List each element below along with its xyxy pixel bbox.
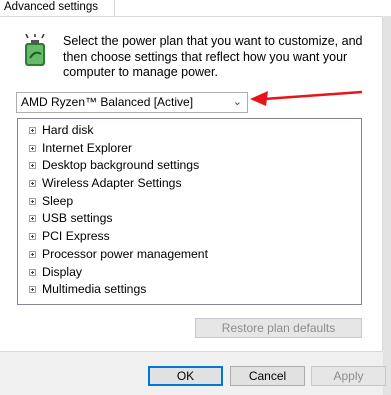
expand-icon[interactable] — [29, 215, 36, 223]
power-plan-value: AMD Ryzen™ Balanced [Active] — [21, 95, 194, 109]
tree-item-label: Processor power management — [42, 246, 208, 261]
tree-item-label: Internet Explorer — [42, 140, 133, 155]
tree-item-processor-power[interactable]: Processor power management — [18, 246, 361, 264]
expand-icon[interactable] — [29, 180, 36, 188]
restore-plan-defaults-button[interactable]: Restore plan defaults — [195, 318, 362, 338]
tree-item-hard-disk[interactable]: Hard disk — [18, 122, 361, 140]
tree-item-label: Hard disk — [42, 123, 94, 137]
apply-button[interactable]: Apply — [311, 366, 386, 386]
power-plan-icon — [25, 34, 45, 66]
tree-item-label: Wireless Adapter Settings — [42, 176, 182, 191]
expand-icon[interactable] — [29, 250, 36, 258]
tree-item-label: Display — [42, 264, 82, 279]
expand-icon[interactable] — [29, 268, 36, 276]
tree-item-label: USB settings — [42, 211, 113, 226]
tree-item-sleep[interactable]: Sleep — [18, 193, 361, 211]
power-plan-dropdown[interactable]: AMD Ryzen™ Balanced [Active] ⌄ — [16, 92, 248, 113]
power-settings-tree[interactable]: Hard disk Internet Explorer Desktop back… — [17, 118, 362, 305]
tree-item-usb-settings[interactable]: USB settings — [18, 210, 361, 228]
expand-icon[interactable] — [29, 127, 36, 134]
chevron-down-icon: ⌄ — [232, 96, 242, 108]
expand-icon[interactable] — [29, 162, 36, 170]
tree-item-label: Sleep — [42, 193, 74, 208]
tree-item-wireless-adapter[interactable]: Wireless Adapter Settings — [18, 175, 361, 193]
tree-item-desktop-background[interactable]: Desktop background settings — [18, 157, 361, 175]
tree-item-label: Desktop background settings — [42, 158, 200, 173]
expand-icon[interactable] — [29, 144, 36, 152]
expand-icon[interactable] — [29, 197, 36, 205]
ok-button[interactable]: OK — [148, 366, 223, 386]
intro-text: Select the power plan that you want to c… — [63, 34, 363, 79]
panel-edge — [383, 16, 391, 395]
tab-advanced-settings[interactable]: Advanced settings — [0, 0, 115, 17]
tree-item-internet-explorer[interactable]: Internet Explorer — [18, 140, 361, 158]
annotation-arrow-icon — [250, 90, 363, 106]
tree-item-label: PCI Express — [42, 229, 110, 244]
tree-item-label: Multimedia settings — [42, 282, 147, 297]
tree-item-multimedia[interactable]: Multimedia settings — [18, 281, 361, 299]
expand-icon[interactable] — [29, 286, 36, 294]
tree-item-pci-express[interactable]: PCI Express — [18, 228, 361, 246]
cancel-button[interactable]: Cancel — [230, 366, 305, 386]
expand-icon[interactable] — [29, 233, 36, 241]
tree-item-display[interactable]: Display — [18, 264, 361, 282]
